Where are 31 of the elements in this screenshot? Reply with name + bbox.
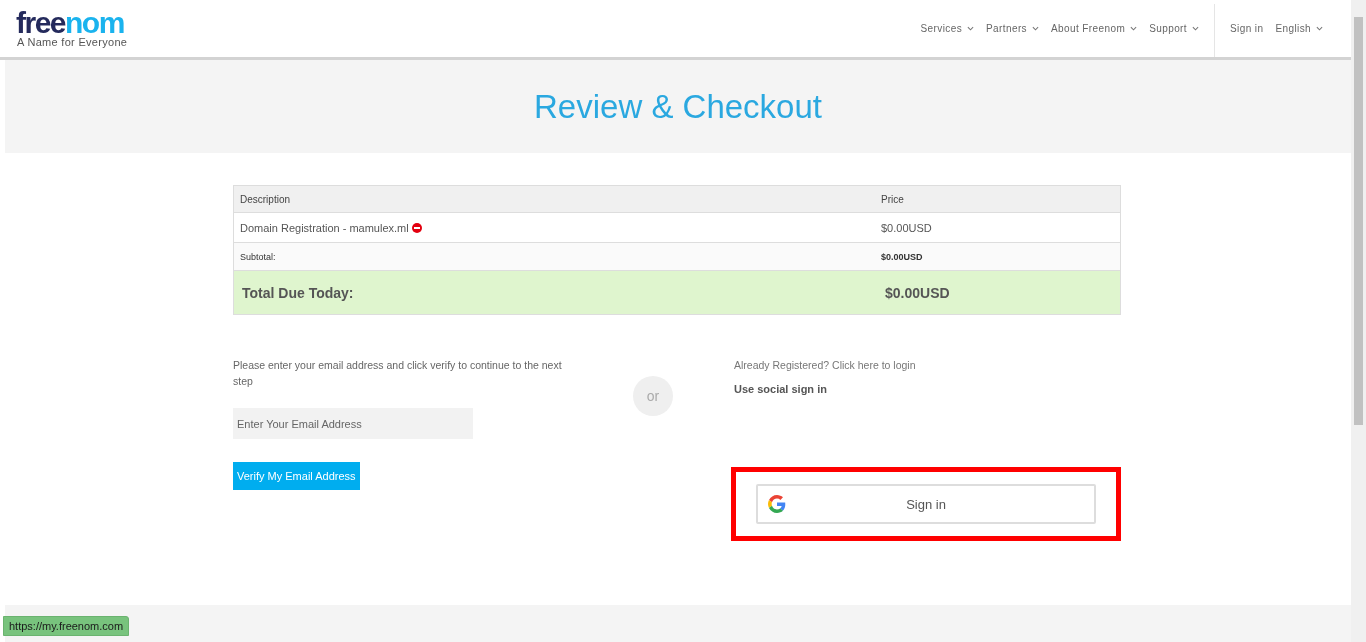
chevron-down-icon (967, 26, 975, 31)
table-cell: Domain Registration - mamulex.ml (240, 221, 409, 234)
status-url: https://my.freenom.com (3, 616, 130, 636)
table-cell-text: $0.00USD (884, 284, 951, 301)
column-header: Price (881, 193, 905, 205)
freenom-logo[interactable]: freenom (16, 10, 128, 36)
nav-link[interactable]: Sign in (1230, 23, 1264, 34)
column-header: Description (239, 193, 292, 205)
nav-link[interactable]: Services (920, 23, 975, 34)
nav-link[interactable]: Partners (986, 23, 1040, 34)
nav-link[interactable]: Support (1149, 23, 1199, 34)
page-title: Review & Checkout (534, 87, 822, 126)
remove-icon[interactable] (411, 222, 422, 233)
chevron-down-icon (1316, 26, 1323, 31)
instruction-text: Please enter your email address and click verify to continue to the next step (233, 358, 563, 389)
table-cell: Total Due Today: (242, 284, 354, 301)
login-link[interactable]: Already Registered? Click here to login (734, 357, 1121, 373)
google-icon (768, 495, 786, 513)
chevron-down-icon (1130, 26, 1138, 31)
chevron-down-icon (1192, 26, 1199, 31)
table-cell: Subtotal: (240, 251, 276, 262)
scrollbar[interactable] (1351, 0, 1366, 642)
chevron-down-icon (1032, 26, 1040, 31)
social-heading: Use social sign in (734, 383, 828, 395)
table-cell-text: $0.00USD (881, 251, 924, 262)
tagline: A Name for Everyone (17, 36, 128, 48)
table-cell-text: $0.00USD (881, 221, 933, 234)
google-sign-in-button[interactable]: Sign in (756, 484, 1096, 524)
email-field[interactable]: Enter Your Email Address (233, 408, 473, 439)
nav-link[interactable]: About Freenom (1051, 23, 1138, 34)
nav-link[interactable]: English (1275, 23, 1323, 34)
